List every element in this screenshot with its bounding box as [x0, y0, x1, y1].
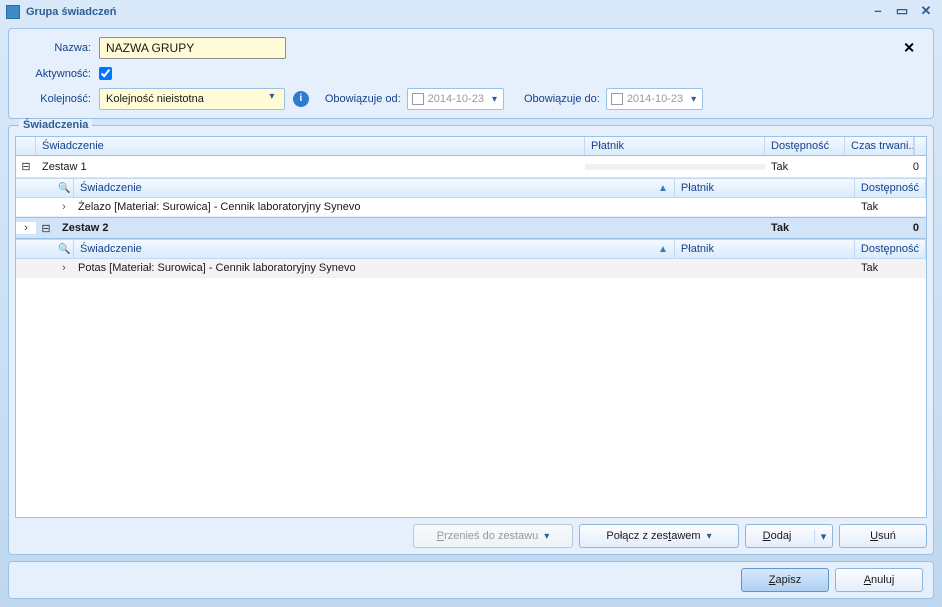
group-dostepnosc: Tak: [765, 219, 845, 237]
aktywnosc-checkbox[interactable]: [99, 67, 112, 80]
fieldset-legend: Świadczenia: [19, 119, 92, 131]
item-platnik: [675, 204, 855, 210]
obow-od-value: 2014-10-23: [428, 93, 484, 105]
group-row-selected[interactable]: › ⊟ Zestaw 2 Tak 0: [16, 217, 926, 239]
polacz-button[interactable]: Połącz z zestawem ▾: [579, 524, 739, 548]
group-dostepnosc: Tak: [765, 158, 845, 176]
search-icon: 🔍: [58, 183, 70, 194]
item-dostepnosc: Tak: [855, 198, 926, 216]
scrollbar-gutter: [914, 137, 926, 155]
anuluj-button[interactable]: Anuluj: [835, 568, 923, 592]
minimize-button[interactable]: –: [868, 4, 888, 20]
nested-col-platnik[interactable]: Płatnik: [675, 240, 855, 258]
search-column[interactable]: 🔍: [56, 179, 74, 197]
chevron-down-icon[interactable]: ▾: [814, 530, 832, 543]
chevron-down-icon: ▾: [264, 91, 280, 107]
zapisz-button[interactable]: Zapisz: [741, 568, 829, 592]
item-name: Potas [Materiał: Surowica] - Cennik labo…: [72, 259, 675, 277]
nested-col-dostepnosc[interactable]: Dostępność: [855, 179, 926, 197]
dodaj-button[interactable]: Dodaj ▾: [745, 524, 833, 548]
group-row[interactable]: ⊟ Zestaw 1 Tak 0: [16, 156, 926, 178]
group-czas: 0: [845, 219, 926, 237]
nested-row[interactable]: › Żelazo [Materiał: Surowica] - Cennik l…: [16, 198, 926, 217]
expand-column-header: [16, 137, 36, 155]
chevron-down-icon: ▾: [707, 531, 712, 542]
chevron-right-icon[interactable]: ›: [56, 262, 72, 274]
chevron-down-icon: ▾: [490, 94, 499, 105]
nazwa-input[interactable]: [99, 37, 286, 59]
search-column[interactable]: 🔍: [56, 240, 74, 258]
nested-col-swiadczenie[interactable]: Świadczenie ▲: [74, 240, 675, 258]
col-platnik[interactable]: Płatnik: [585, 137, 765, 155]
obow-od-datebox[interactable]: 2014-10-23 ▾: [407, 88, 504, 110]
przenies-button: Przenieś do zestawu ▾: [413, 524, 573, 548]
col-czas[interactable]: Czas trwani...: [845, 137, 914, 155]
footer-bar: Zapisz Anuluj: [8, 561, 934, 599]
kolejnosc-combo[interactable]: Kolejność nieistotna ▾: [99, 88, 285, 110]
col-dostepnosc[interactable]: Dostępność: [765, 137, 845, 155]
sort-asc-icon: ▲: [658, 183, 668, 194]
obow-do-label: Obowiązuje do:: [524, 93, 600, 105]
nested-col-swiadczenie[interactable]: Świadczenie ▲: [74, 179, 675, 197]
col-swiadczenie[interactable]: Świadczenie: [36, 137, 585, 155]
window-title: Grupa świadczeń: [26, 6, 864, 18]
app-icon: [6, 5, 20, 19]
item-name: Żelazo [Materiał: Surowica] - Cennik lab…: [72, 198, 675, 216]
item-dostepnosc: Tak: [855, 259, 926, 277]
grid-header: Świadczenie Płatnik Dostępność Czas trwa…: [16, 137, 926, 156]
form-panel: Nazwa: ✕ Aktywność: Kolejność: Kolejność…: [8, 28, 934, 119]
group-label: Zestaw 2: [56, 219, 585, 237]
chevron-down-icon: ▾: [544, 531, 549, 542]
group-platnik: [585, 164, 765, 170]
group-platnik: [585, 225, 765, 231]
checkbox-icon: [611, 93, 623, 105]
info-icon[interactable]: i: [293, 91, 309, 107]
window: Grupa świadczeń – ▭ ✕ Nazwa: ✕ Aktywność…: [0, 0, 942, 607]
nested-row[interactable]: › Potas [Materiał: Surowica] - Cennik la…: [16, 259, 926, 278]
nested-col-dostepnosc[interactable]: Dostępność: [855, 240, 926, 258]
kolejnosc-value: Kolejność nieistotna: [106, 93, 204, 105]
obow-od-label: Obowiązuje od:: [325, 93, 401, 105]
chevron-right-icon[interactable]: ›: [16, 222, 36, 234]
usun-button[interactable]: Usuń: [839, 524, 927, 548]
group-label: Zestaw 1: [36, 158, 585, 176]
swiadczenia-fieldset: Świadczenia Świadczenie Płatnik Dostępno…: [8, 125, 934, 555]
titlebar: Grupa świadczeń – ▭ ✕: [0, 0, 942, 24]
maximize-button[interactable]: ▭: [892, 4, 912, 20]
group-czas: 0: [845, 158, 926, 176]
obow-do-value: 2014-10-23: [627, 93, 683, 105]
window-body: Nazwa: ✕ Aktywność: Kolejność: Kolejność…: [0, 24, 942, 607]
nested-col-platnik[interactable]: Płatnik: [675, 179, 855, 197]
collapse-icon[interactable]: ⊟: [16, 160, 36, 173]
grid-body: ⊟ Zestaw 1 Tak 0 🔍 Świadczenie ▲ Płatnik: [16, 156, 926, 517]
checkbox-icon: [412, 93, 424, 105]
sort-asc-icon: ▲: [658, 244, 668, 255]
nazwa-label: Nazwa:: [21, 42, 91, 54]
obow-do-datebox[interactable]: 2014-10-23 ▾: [606, 88, 703, 110]
collapse-icon[interactable]: ⊟: [36, 222, 56, 235]
nested-header: 🔍 Świadczenie ▲ Płatnik Dostępność: [16, 239, 926, 259]
chevron-down-icon: ▾: [689, 94, 698, 105]
nested-header: 🔍 Świadczenie ▲ Płatnik Dostępność: [16, 178, 926, 198]
swiadczenia-grid: Świadczenie Płatnik Dostępność Czas trwa…: [15, 136, 927, 518]
search-icon: 🔍: [58, 244, 70, 255]
close-button[interactable]: ✕: [916, 4, 936, 20]
kolejnosc-label: Kolejność:: [21, 93, 91, 105]
aktywnosc-label: Aktywność:: [21, 68, 91, 80]
item-platnik: [675, 265, 855, 271]
grid-button-bar: Przenieś do zestawu ▾ Połącz z zestawem …: [15, 524, 927, 548]
chevron-right-icon[interactable]: ›: [56, 201, 72, 213]
clear-icon[interactable]: ✕: [903, 40, 915, 57]
